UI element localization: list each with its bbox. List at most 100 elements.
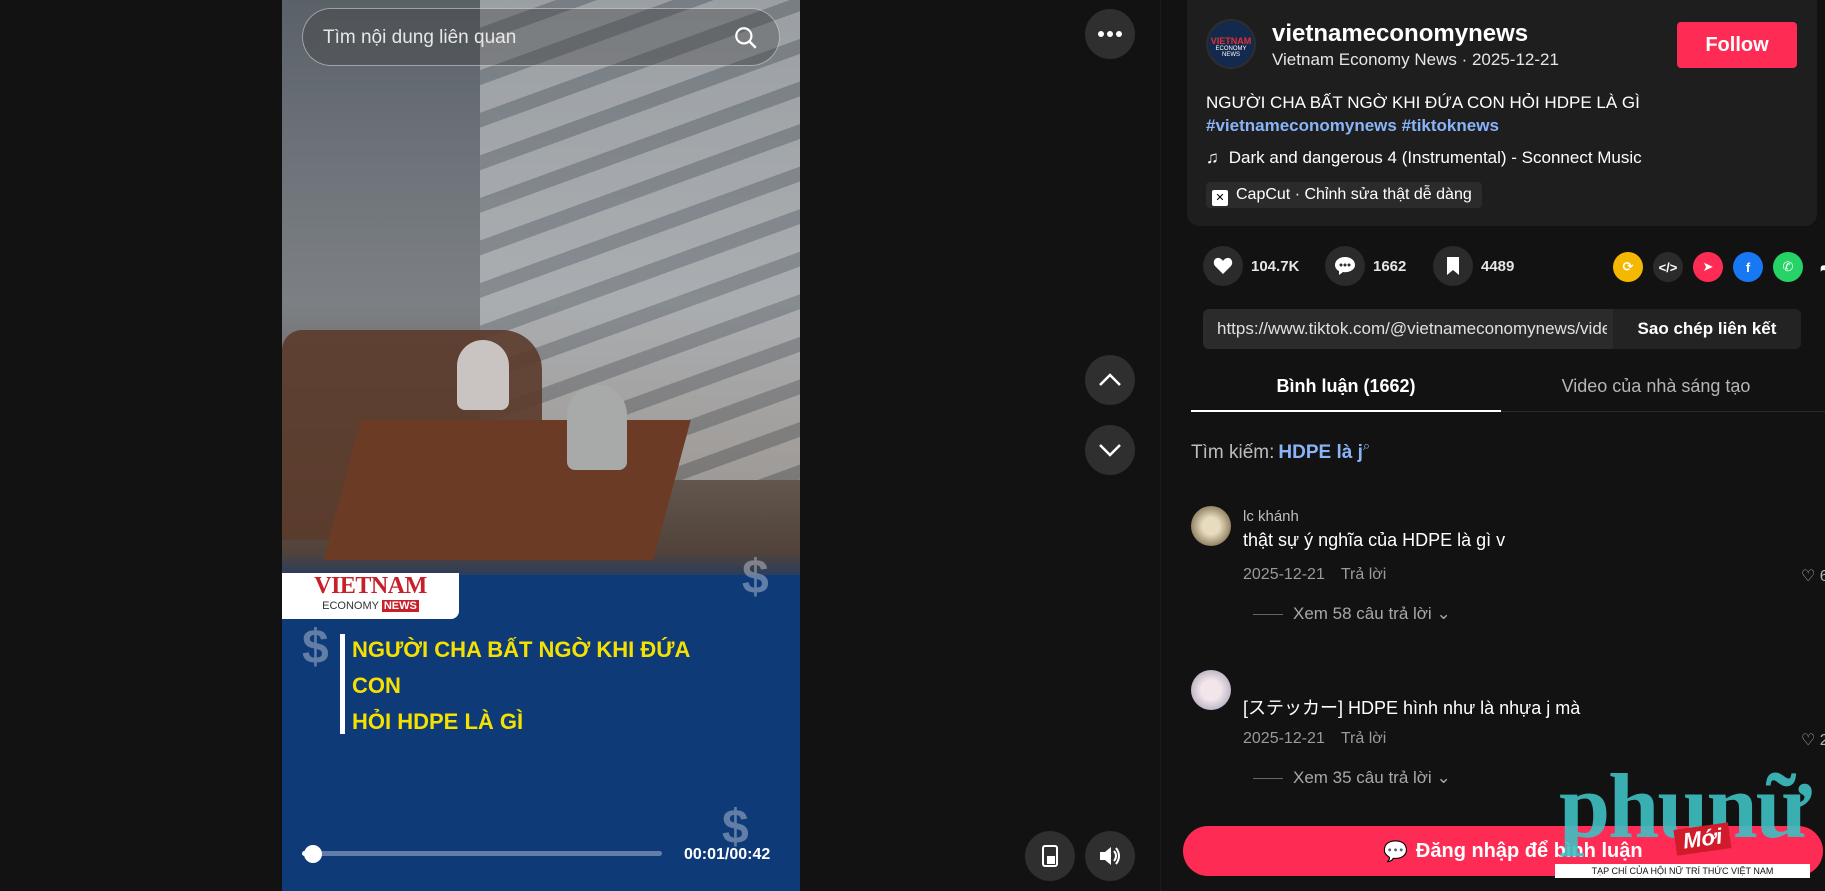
music-link[interactable]: ♫ Dark and dangerous 4 (Instrumental) - S… <box>1206 148 1642 168</box>
comment-date: 2025-12-21 <box>1243 730 1325 747</box>
watermark-subtitle: TẠP CHÍ CỦA HỘI NỮ TRÍ THỨC VIỆT NAM <box>1555 864 1810 878</box>
view-replies-button[interactable]: Xem 58 câu trả lời ⌄ <box>1253 604 1451 624</box>
share-icon[interactable]: ➦ <box>1813 252 1825 282</box>
comment-text: [ステッカー] HDPE hình như là nhựa j mà <box>1243 698 1581 718</box>
video-time: 00:01/00:42 <box>684 846 771 863</box>
video-logo: VIETNAM ECONOMY NEWS <box>282 573 459 619</box>
video-scene-child <box>567 385 627 470</box>
facebook-icon[interactable]: f <box>1733 252 1763 282</box>
comment-like-button[interactable]: ♡ 2388 <box>1801 730 1825 750</box>
share-link-url[interactable]: https://www.tiktok.com/@vietnameconomyne… <box>1217 319 1607 339</box>
chevron-down-icon: ⌄ <box>1436 768 1451 787</box>
chevron-down-icon: ⌄ <box>1436 604 1451 623</box>
hashtag-link[interactable]: #vietnameconomynews <box>1206 116 1397 135</box>
picture-in-picture-button[interactable] <box>1025 831 1075 881</box>
view-replies-label: Xem 58 câu trả lời <box>1293 604 1432 623</box>
search-input[interactable]: Tìm nội dung liên quan <box>302 8 780 66</box>
whatsapp-icon[interactable]: ✆ <box>1773 252 1803 282</box>
reply-button[interactable]: Trả lời <box>1341 566 1386 583</box>
panel-tabs: Bình luận (1662) Video của nhà sáng tạo <box>1191 368 1825 412</box>
view-replies-label: Xem 35 câu trả lời <box>1293 768 1432 787</box>
share-link-box: https://www.tiktok.com/@vietnameconomyne… <box>1203 309 1801 349</box>
progress-knob[interactable] <box>303 845 322 863</box>
comment-icon <box>1325 246 1365 286</box>
comment-icon: 💬 <box>1383 840 1408 863</box>
music-title: Dark and dangerous 4 (Instrumental) - Sc… <box>1228 148 1642 167</box>
heart-icon <box>1203 246 1243 286</box>
post-description: NGƯỜI CHA BẤT NGỜ KHI ĐỨA CON HỎI HDPE L… <box>1206 91 1640 137</box>
capcut-label: CapCut · Chỉnh sửa thật dễ dàng <box>1236 186 1472 203</box>
related-search-query[interactable]: HDPE là j <box>1278 442 1362 463</box>
commenter-name[interactable]: lc khánh <box>1243 508 1299 525</box>
video-headline-line: NGƯỜI CHA BẤT NGỜ KHI ĐỨA CON <box>352 637 690 698</box>
volume-icon <box>1100 847 1120 865</box>
save-button[interactable]: 4489 <box>1433 246 1514 286</box>
comment-text: thật sự ý nghĩa của HDPE là gì v <box>1243 530 1506 550</box>
dollar-decoration: $ <box>742 551 769 604</box>
headline-bar <box>340 634 345 734</box>
comment-like-button[interactable]: ♡ 656 <box>1801 566 1825 586</box>
save-count: 4489 <box>1481 257 1515 275</box>
video-headline-line: HỎI HDPE LÀ GÌ <box>352 709 524 734</box>
related-search[interactable]: Tìm kiếm: HDPE là j⌕ <box>1191 438 1370 464</box>
follow-button[interactable]: Follow <box>1677 22 1797 68</box>
copy-link-button[interactable]: Sao chép liên kết <box>1613 309 1801 349</box>
author-username[interactable]: vietnameconomynews <box>1272 20 1528 48</box>
hashtag-link[interactable]: #tiktoknews <box>1402 116 1499 135</box>
embed-icon[interactable]: </> <box>1653 252 1683 282</box>
pip-icon <box>1042 845 1058 867</box>
comment-button[interactable]: 1662 <box>1325 246 1406 286</box>
video-scene-child <box>457 340 509 410</box>
author-subline: Vietnam Economy News · 2025-12-21 <box>1272 50 1559 69</box>
chevron-up-icon <box>1099 373 1121 386</box>
watermark-logo: phunữ Mới TẠP CHÍ CỦA HỘI NỮ TRÍ THỨC VI… <box>1555 760 1815 888</box>
comment-meta: 2025-12-21 Trả lời <box>1243 566 1386 584</box>
comment-count: 1662 <box>1373 257 1407 275</box>
reply-button[interactable]: Trả lời <box>1341 730 1386 747</box>
video-progress-bar[interactable] <box>302 845 662 863</box>
tab-comments[interactable]: Bình luận (1662) <box>1191 376 1501 397</box>
video-player[interactable]: $ $ $ VIETNAM ECONOMY NEWS NGƯỜI CHA BẤT… <box>282 0 800 891</box>
comment-meta: 2025-12-21 Trả lời <box>1243 730 1386 748</box>
search-icon: ⌕ <box>1362 438 1371 453</box>
like-count: 104.7K <box>1251 257 1300 275</box>
tiktok-video-page: $ $ $ VIETNAM ECONOMY NEWS NGƯỜI CHA BẤT… <box>0 0 1825 891</box>
video-scene-table <box>323 420 691 560</box>
tab-underline <box>1191 410 1501 412</box>
video-logo-subtitle: ECONOMY NEWS <box>322 600 419 612</box>
avatar-text: ECONOMY NEWS <box>1215 46 1247 58</box>
comment-item: lc khánh thật sự ý nghĩa của HDPE là gì … <box>1191 506 1825 636</box>
author-avatar[interactable]: VIETNAM ECONOMY NEWS <box>1206 19 1256 69</box>
next-video-button[interactable] <box>1085 425 1135 475</box>
volume-button[interactable] <box>1085 831 1135 881</box>
video-headline: NGƯỜI CHA BẤT NGỜ KHI ĐỨA CON HỎI HDPE L… <box>352 632 732 740</box>
music-note-icon: ♫ <box>1206 148 1219 167</box>
like-button[interactable]: 104.7K <box>1203 246 1299 286</box>
related-search-label: Tìm kiếm: <box>1191 442 1275 463</box>
post-info-card: VIETNAM ECONOMY NEWS vietnameconomynews … <box>1187 0 1817 226</box>
tab-creator-videos[interactable]: Video của nhà sáng tạo <box>1501 376 1811 397</box>
commenter-avatar[interactable] <box>1191 670 1231 710</box>
comment-date: 2025-12-21 <box>1243 566 1325 583</box>
more-options-button[interactable] <box>1085 9 1135 59</box>
comment-like-count: 656 <box>1819 568 1825 585</box>
post-caption: NGƯỜI CHA BẤT NGỜ KHI ĐỨA CON HỎI HDPE L… <box>1206 93 1640 112</box>
comment-like-count: 2388 <box>1819 732 1825 749</box>
repost-icon[interactable]: ⟳ <box>1613 252 1643 282</box>
search-icon[interactable] <box>733 25 759 51</box>
heart-outline-icon: ♡ <box>1801 732 1816 749</box>
chevron-down-icon <box>1099 444 1121 457</box>
post-hashtags: #vietnameconomynews #tiktoknews <box>1206 114 1640 137</box>
bookmark-icon <box>1433 246 1473 286</box>
avatar-text: VIETNAM <box>1210 36 1252 46</box>
previous-video-button[interactable] <box>1085 355 1135 405</box>
search-placeholder: Tìm nội dung liên quan <box>323 27 517 48</box>
send-icon[interactable]: ➤ <box>1693 252 1723 282</box>
heart-outline-icon: ♡ <box>1801 568 1816 585</box>
dollar-decoration: $ <box>302 621 329 674</box>
capcut-link[interactable]: ✕ CapCut · Chỉnh sửa thật dễ dàng <box>1206 182 1482 208</box>
commenter-avatar[interactable] <box>1191 506 1231 546</box>
capcut-icon: ✕ <box>1212 190 1228 206</box>
video-logo-title: VIETNAM <box>314 573 427 599</box>
view-replies-button[interactable]: Xem 35 câu trả lời ⌄ <box>1253 768 1451 788</box>
